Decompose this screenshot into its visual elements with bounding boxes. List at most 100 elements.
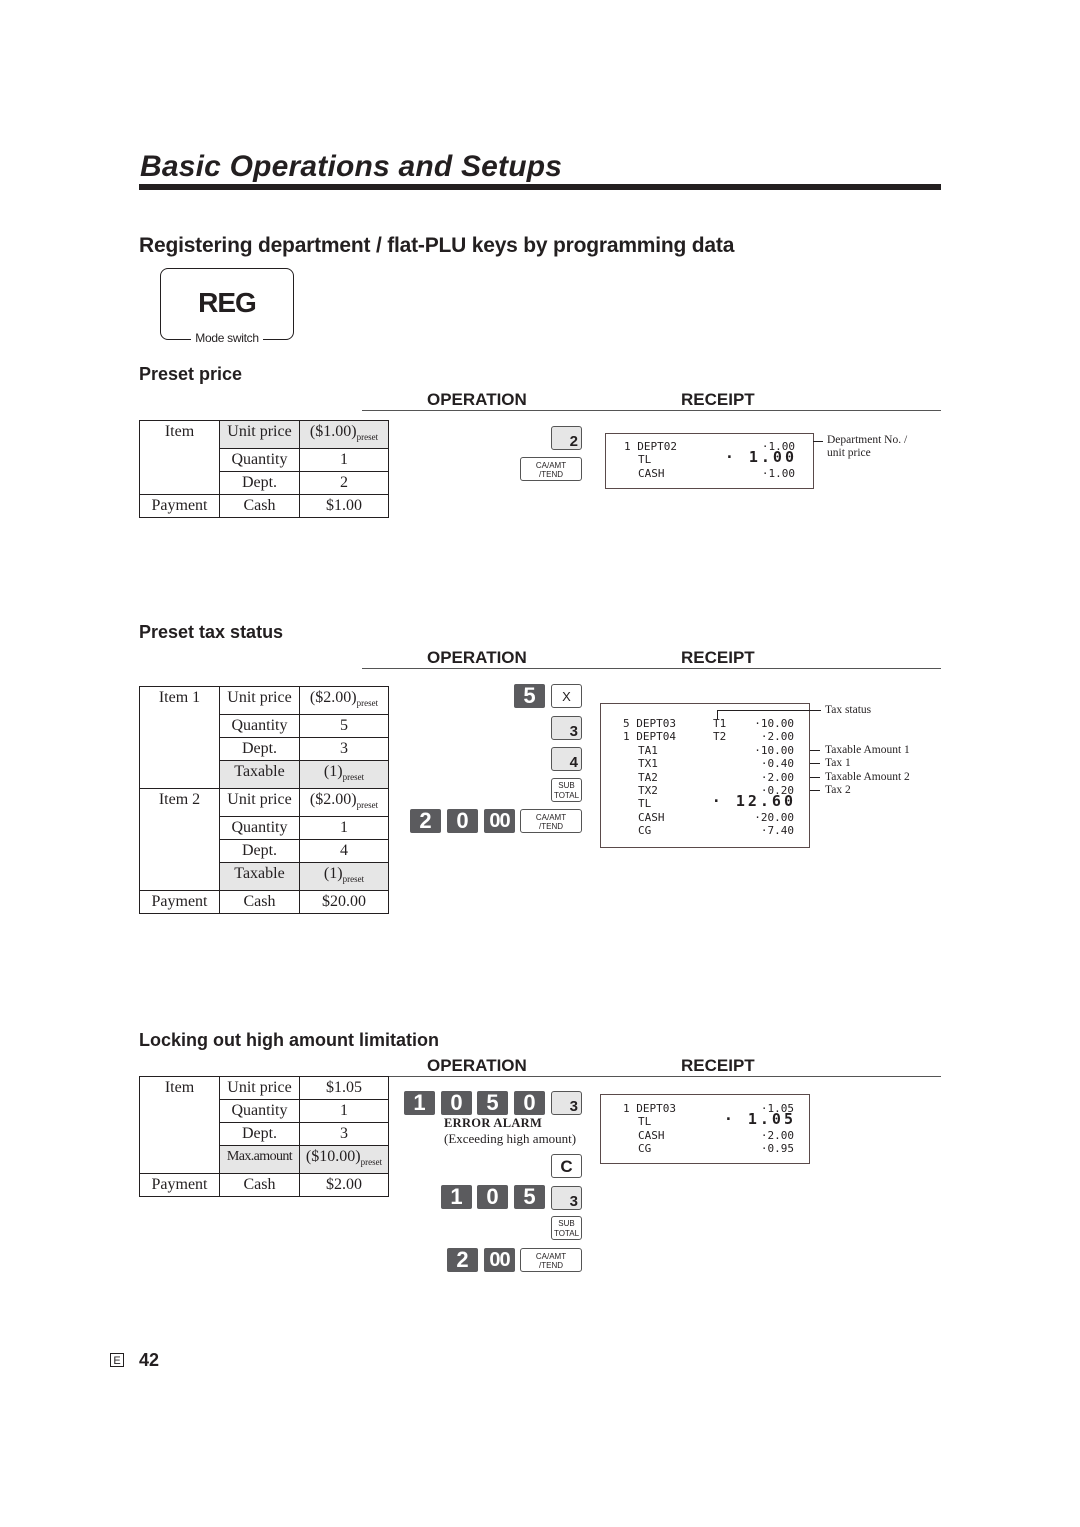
field-label: Quantity bbox=[219, 448, 300, 472]
ca-amt-tend-key[interactable]: CA/AMT/TEND bbox=[520, 457, 582, 481]
item-label: Item 1 bbox=[139, 686, 220, 789]
annotation-tax-status: Tax status bbox=[825, 704, 872, 716]
payment-label: Payment bbox=[139, 1173, 220, 1197]
field-label: Unit price bbox=[219, 420, 300, 449]
preset-tax-table: Item 1 Unit price ($2.00)preset Quantity… bbox=[139, 686, 389, 914]
payment-label: Payment bbox=[139, 890, 220, 914]
receipt-total: · 12.60 bbox=[711, 792, 796, 810]
header-rule bbox=[362, 410, 941, 411]
receipt-line: CASH bbox=[638, 811, 665, 824]
field-value: ($2.00)preset bbox=[299, 686, 389, 715]
field-value: (1)preset bbox=[299, 862, 389, 891]
field-value: 2 bbox=[299, 471, 389, 495]
annotation-leader bbox=[717, 710, 821, 711]
subtotal-key[interactable]: SUB TOTAL bbox=[551, 1216, 582, 1240]
field-value: 1 bbox=[299, 816, 389, 840]
high-amount-heading: Locking out high amount limitation bbox=[139, 1030, 439, 1050]
receipt-line: CASH bbox=[638, 1129, 665, 1142]
numeric-key-1[interactable]: 1 bbox=[404, 1091, 435, 1115]
dept-key-3[interactable]: 3 bbox=[551, 1091, 582, 1115]
dept-key-4[interactable]: 4 bbox=[551, 747, 582, 771]
field-value: $1.05 bbox=[299, 1076, 389, 1100]
table-row: Payment Cash $20.00 bbox=[139, 890, 389, 914]
receipt-amount: ·20.00 bbox=[754, 811, 794, 824]
table-row: Item 2 Unit price ($2.00)preset bbox=[139, 788, 389, 891]
numeric-key-5[interactable]: 5 bbox=[514, 684, 545, 708]
ca-amt-tend-key[interactable]: CA/AMT/TEND bbox=[520, 809, 582, 833]
language-badge: E bbox=[110, 1353, 124, 1367]
field-label: Unit price bbox=[219, 788, 300, 817]
table-row: Payment Cash $2.00 bbox=[139, 1173, 389, 1197]
annotation-leader bbox=[810, 790, 820, 791]
payment-value: $20.00 bbox=[299, 890, 389, 914]
receipt-amount: ·1.00 bbox=[761, 467, 795, 480]
item-label: Item 2 bbox=[139, 788, 220, 891]
annotation-leader bbox=[810, 763, 820, 764]
numeric-key-2[interactable]: 2 bbox=[410, 809, 441, 833]
payment-label: Payment bbox=[139, 494, 220, 518]
receipt-tax-status: T1 bbox=[713, 717, 727, 730]
dept-key-3[interactable]: 3 bbox=[551, 716, 582, 740]
numeric-key-5[interactable]: 5 bbox=[514, 1185, 545, 1209]
field-value: ($10.00)preset bbox=[299, 1145, 389, 1174]
receipt-line: TX1 bbox=[638, 757, 658, 770]
receipt-amount: ·2.00 bbox=[760, 771, 794, 784]
table-row: Item Unit price $1.05 bbox=[139, 1076, 389, 1174]
table-row: Item 1 Unit price ($2.00)preset bbox=[139, 686, 389, 789]
field-label: Unit price bbox=[219, 1076, 300, 1100]
numeric-key-2[interactable]: 2 bbox=[447, 1248, 478, 1272]
page-title: Basic Operations and Setups bbox=[140, 150, 563, 183]
field-label: Dept. bbox=[219, 839, 300, 863]
dept-key-2[interactable]: 2 bbox=[551, 426, 582, 450]
payment-value: $1.00 bbox=[299, 494, 389, 518]
multiply-key[interactable]: X bbox=[551, 684, 582, 708]
numeric-key-0[interactable]: 0 bbox=[477, 1185, 508, 1209]
field-label: Max.amount bbox=[219, 1145, 300, 1174]
field-value: 4 bbox=[299, 839, 389, 863]
numeric-key-0[interactable]: 0 bbox=[441, 1091, 472, 1115]
receipt-line: 1 DEPT03 bbox=[623, 1102, 676, 1115]
numeric-key-1[interactable]: 1 bbox=[441, 1185, 472, 1209]
numeric-key-00[interactable]: 00 bbox=[484, 1248, 515, 1272]
receipt-line: CG bbox=[638, 824, 652, 837]
numeric-key-0[interactable]: 0 bbox=[447, 809, 478, 833]
numeric-key-00[interactable]: 00 bbox=[484, 809, 515, 833]
annotation-taxable-amount-1: Taxable Amount 1 bbox=[825, 744, 910, 756]
receipt-amount: ·2.00 bbox=[760, 730, 794, 743]
field-value: (1)preset bbox=[299, 760, 389, 789]
header-rule bbox=[362, 1076, 941, 1077]
receipt-header: RECEIPT bbox=[681, 648, 755, 667]
field-label: Taxable bbox=[219, 862, 300, 891]
mode-switch-value: REG bbox=[198, 287, 257, 318]
receipt-amount: ·2.00 bbox=[760, 1129, 794, 1142]
operation-header: OPERATION bbox=[427, 1056, 527, 1075]
annotation-leader bbox=[813, 441, 823, 442]
annotation-dept-no: Department No. / unit price bbox=[827, 434, 908, 459]
error-alarm-detail: (Exceeding high amount) bbox=[444, 1131, 577, 1146]
annotation-leader bbox=[717, 710, 718, 719]
numeric-key-0[interactable]: 0 bbox=[514, 1091, 545, 1115]
error-alarm-label: ERROR ALARM bbox=[444, 1116, 543, 1130]
field-label: Taxable bbox=[219, 760, 300, 789]
receipt-line: TL bbox=[638, 453, 652, 466]
item-label: Item bbox=[139, 1076, 220, 1174]
receipt-header: RECEIPT bbox=[681, 390, 755, 409]
field-value: 3 bbox=[299, 1122, 389, 1146]
header-rule bbox=[362, 668, 941, 669]
receipt-header: RECEIPT bbox=[681, 1056, 755, 1075]
operation-header: OPERATION bbox=[427, 390, 527, 409]
dept-key-3[interactable]: 3 bbox=[551, 1186, 582, 1210]
receipt-tax-status: T2 bbox=[713, 730, 727, 743]
clear-key[interactable]: C bbox=[551, 1154, 582, 1178]
preset-price-table: Item Unit price ($1.00)preset Quantity 1… bbox=[139, 420, 389, 518]
receipt-line: TA2 bbox=[638, 771, 658, 784]
receipt-line: CASH bbox=[638, 467, 665, 480]
payment-value: $2.00 bbox=[299, 1173, 389, 1197]
field-value: ($1.00)preset bbox=[299, 420, 389, 449]
field-value: 1 bbox=[299, 448, 389, 472]
field-value: 3 bbox=[299, 737, 389, 761]
receipt-total: · 1.00 bbox=[724, 448, 797, 466]
subtotal-key[interactable]: SUB TOTAL bbox=[551, 778, 582, 802]
numeric-key-5[interactable]: 5 bbox=[477, 1091, 508, 1115]
ca-amt-tend-key[interactable]: CA/AMT/TEND bbox=[520, 1248, 582, 1272]
